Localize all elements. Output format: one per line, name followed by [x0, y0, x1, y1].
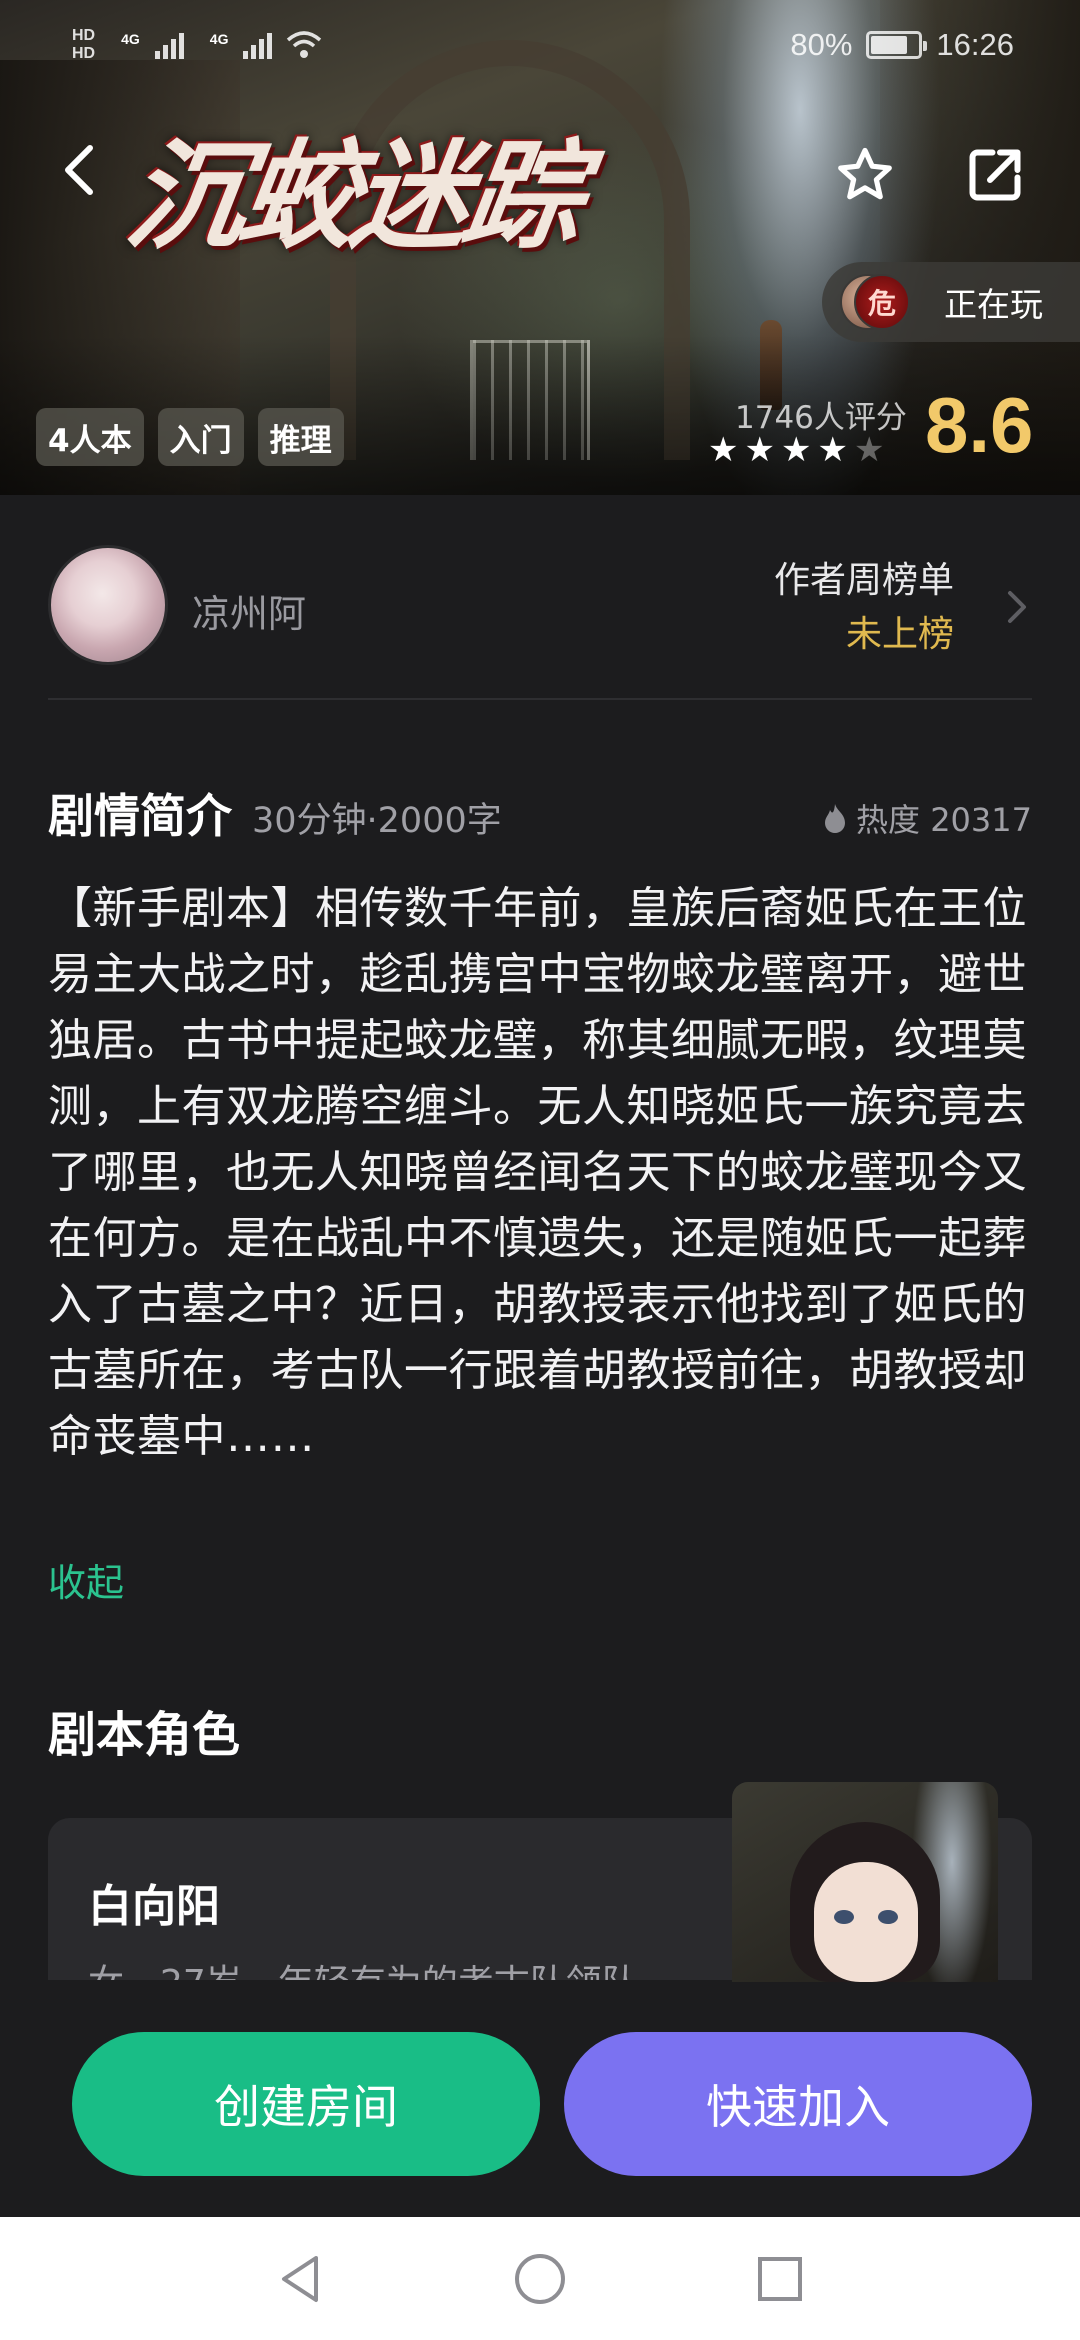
synopsis-meta: 30分钟·2000字 [252, 801, 502, 841]
quick-join-button[interactable]: 快速加入 [564, 2032, 1032, 2176]
clock: 16:26 [936, 27, 1014, 62]
script-tags: 4人本 入门 推理 [36, 408, 344, 466]
divider [48, 698, 1032, 700]
back-arrow-icon [65, 145, 93, 195]
author-avatar[interactable] [48, 545, 168, 665]
star-filled-icon: ★ [744, 430, 775, 470]
synopsis-header: 剧情简介 30分钟·2000字 [48, 780, 502, 846]
favorite-button[interactable] [820, 130, 910, 220]
signal-icon: 4G [109, 31, 184, 59]
square-recent-icon [758, 2256, 802, 2301]
heat-indicator: 热度 20317 [822, 795, 1032, 841]
status-bar: HD HD 4G 4G 80% 16:26 [0, 0, 1080, 90]
share-button[interactable] [950, 130, 1040, 220]
action-bar: 创建房间 快速加入 [0, 1985, 1080, 2217]
star-filled-icon: ★ [817, 430, 848, 470]
roles-title: 剧本角色 [48, 1707, 241, 1763]
role-card[interactable]: 白向阳 女，27岁，年轻有为的考古队领队 [48, 1818, 1032, 1980]
tag-difficulty: 入门 [157, 408, 244, 466]
nav-recent-button[interactable] [750, 2249, 810, 2309]
nav-home-button[interactable] [510, 2249, 570, 2309]
synopsis-title: 剧情简介 [48, 789, 232, 843]
wifi-icon [287, 31, 322, 58]
flame-icon [825, 804, 846, 833]
script-title-logo: 沉蛟迷踪 [118, 126, 587, 265]
tag-genre: 推理 [257, 408, 344, 466]
author-rank-value: 未上榜 [845, 614, 954, 655]
star-empty-icon: ★ [853, 430, 885, 470]
hd-indicator: HD HD [72, 27, 96, 62]
triangle-back-icon [282, 2255, 318, 2302]
system-navigation-bar [0, 2217, 1080, 2340]
author-rank-title: 作者周榜单 [773, 560, 954, 601]
role-name: 白向阳 [88, 1881, 220, 1932]
battery-icon [866, 31, 928, 59]
star-filled-icon: ★ [708, 430, 739, 470]
author-row[interactable]: 凉州阿 作者周榜单 未上榜 [0, 495, 1080, 700]
back-button[interactable] [40, 130, 120, 210]
collapse-button[interactable]: 收起 [48, 1552, 124, 1607]
synopsis-body: 【新手剧本】相传数千年前，皇族后裔姬氏在王位易主大战之时，趁乱携宫中宝物蛟龙璧离… [48, 883, 1027, 1462]
star-rating: ★ ★ ★ ★ ★ [708, 432, 884, 468]
signal-icon-2: 4G [198, 31, 273, 59]
star-outline-icon [838, 147, 892, 200]
create-room-button[interactable]: 创建房间 [72, 2032, 540, 2176]
now-playing-chip[interactable]: 危 正在玩 [822, 262, 1080, 342]
role-description: 女，27岁，年轻有为的考古队领队 [88, 1954, 638, 1980]
now-playing-label: 正在玩 [944, 285, 1043, 324]
nav-back-button[interactable] [270, 2249, 330, 2309]
author-name[interactable]: 凉州阿 [192, 583, 306, 638]
player-avatar: 危 [854, 274, 910, 330]
rating-score: 8.6 [925, 381, 1034, 469]
battery-percent: 80% [790, 27, 853, 62]
tag-player-count: 4人本 [36, 408, 144, 466]
circle-home-icon [515, 2253, 565, 2304]
chevron-right-icon[interactable] [1002, 587, 1032, 627]
heat-value: 热度 20317 [856, 801, 1032, 839]
share-icon [969, 149, 1021, 201]
star-filled-icon: ★ [780, 430, 812, 470]
